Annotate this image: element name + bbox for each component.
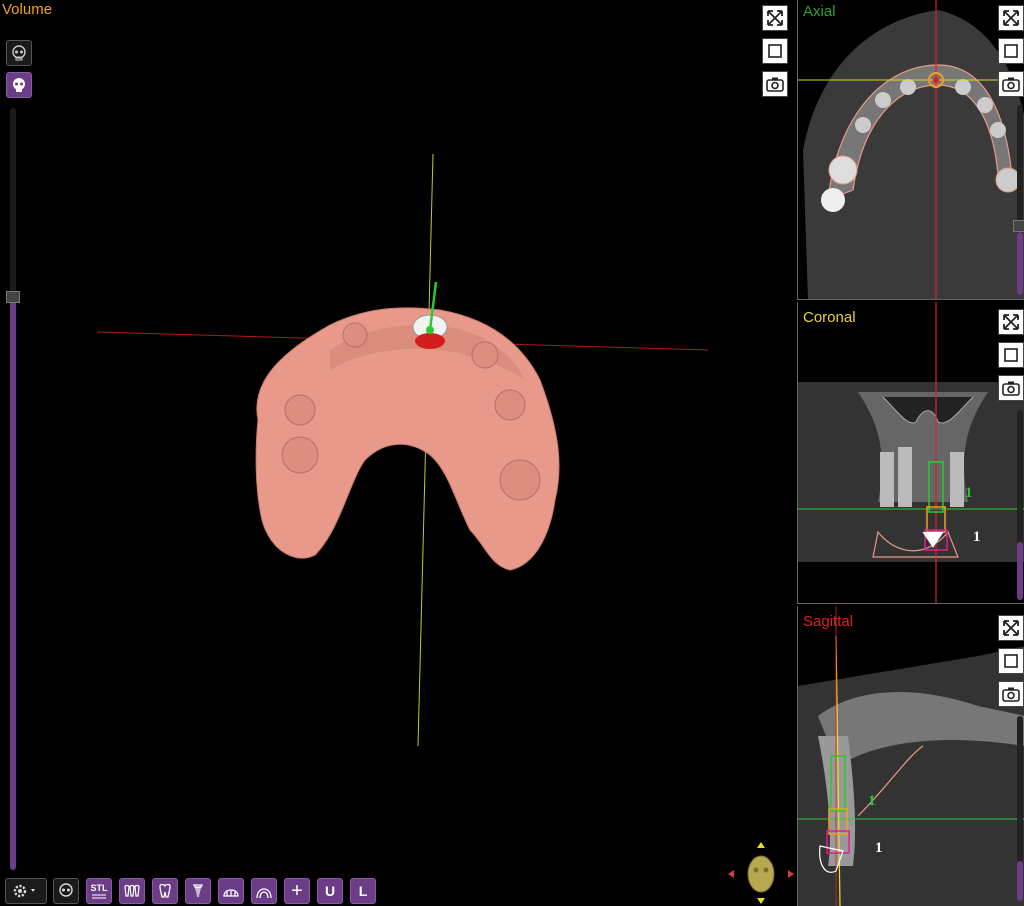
implant-button[interactable]: [185, 878, 211, 904]
camera-icon: [1002, 687, 1020, 702]
window-axial-button[interactable]: [998, 38, 1024, 64]
window-sagittal-button[interactable]: [998, 648, 1024, 674]
skull-icon: [59, 883, 73, 897]
upper-jaw-button[interactable]: U: [317, 878, 343, 904]
maximize-coronal-button[interactable]: [998, 309, 1024, 335]
implant-head: [426, 326, 434, 334]
maximize-volume-button[interactable]: [762, 5, 788, 31]
sagittal-slice-fill: [1017, 861, 1023, 901]
orientation-head-widget[interactable]: [724, 840, 796, 906]
skull-toggle-button[interactable]: [53, 878, 79, 904]
upper-jaw-icon: U: [324, 883, 336, 899]
stl-button[interactable]: STL: [86, 878, 112, 904]
axial-slice-fill: [1017, 232, 1023, 295]
crown-icon: [223, 889, 239, 897]
implant-red-marker: [415, 333, 445, 349]
maximize-axial-button[interactable]: [998, 5, 1024, 31]
square-window-icon: [768, 44, 782, 58]
screenshot-volume-button[interactable]: [762, 71, 788, 97]
tooth-canine-right: [471, 341, 499, 369]
arch-icon: [256, 888, 272, 899]
axial-slice-thumb[interactable]: [1013, 220, 1024, 232]
axial-view-panel[interactable]: Axial: [797, 0, 1024, 300]
arch-button[interactable]: [251, 878, 277, 904]
camera-icon: [1002, 77, 1020, 92]
stl-icon: [92, 894, 106, 898]
sagittal-view-panel[interactable]: Sagittal 1 1: [797, 606, 1024, 906]
coronal-slice-fill: [1017, 542, 1023, 600]
add-icon: +: [291, 879, 303, 902]
coronal-view-panel[interactable]: Coronal 1 1: [797, 302, 1024, 604]
coronal-implant-label-white: 1: [973, 529, 981, 545]
coronal-implant-label-green: 1: [965, 485, 973, 501]
sagittal-ct-slice: [798, 606, 1024, 906]
tooth-premolar-right: [494, 389, 526, 421]
screenshot-axial-button[interactable]: [998, 71, 1024, 97]
screenshot-sagittal-button[interactable]: [998, 681, 1024, 707]
coronal-view-title: Coronal: [803, 309, 856, 326]
settings-gear-icon: [13, 884, 35, 898]
window-mode-button[interactable]: [762, 38, 788, 64]
square-window-icon: [1004, 44, 1018, 58]
expand-arrows-icon: [1003, 620, 1019, 636]
sagittal-view-title: Sagittal: [803, 613, 854, 630]
axial-view-title: Axial: [803, 3, 836, 20]
tooth-icon: [159, 883, 171, 898]
square-window-icon: [1004, 654, 1018, 668]
square-window-icon: [1004, 348, 1018, 362]
screenshot-coronal-button[interactable]: [998, 375, 1024, 401]
lower-jaw-icon: L: [358, 883, 368, 899]
tooth-molar-left: [281, 436, 319, 474]
maximize-sagittal-button[interactable]: [998, 615, 1024, 641]
tooth-button[interactable]: [152, 878, 178, 904]
tooth-molar-right: [499, 459, 541, 501]
camera-icon: [766, 77, 784, 92]
coronal-ct-slice: [798, 302, 1024, 603]
lower-jaw-button[interactable]: L: [350, 878, 376, 904]
settings-dropdown-button[interactable]: [5, 878, 47, 904]
expand-arrows-icon: [767, 10, 783, 26]
window-coronal-button[interactable]: [998, 342, 1024, 368]
tooth-canine-left: [342, 322, 368, 348]
add-button[interactable]: +: [284, 878, 310, 904]
crown-button[interactable]: [218, 878, 244, 904]
stl-label: STL: [90, 882, 108, 893]
sagittal-implant-label-green: 1: [868, 793, 876, 809]
implant-icon: [192, 884, 204, 897]
camera-icon: [1002, 381, 1020, 396]
expand-arrows-icon: [1003, 10, 1019, 26]
teeth-scan-icon: [124, 884, 140, 897]
tooth-premolar-left: [284, 394, 316, 426]
sagittal-implant-label-white: 1: [875, 840, 883, 856]
expand-arrows-icon: [1003, 314, 1019, 330]
teeth-scan-button[interactable]: [119, 878, 145, 904]
dental-arch-3d-model[interactable]: [0, 0, 760, 870]
axial-ct-slice: [798, 0, 1024, 299]
